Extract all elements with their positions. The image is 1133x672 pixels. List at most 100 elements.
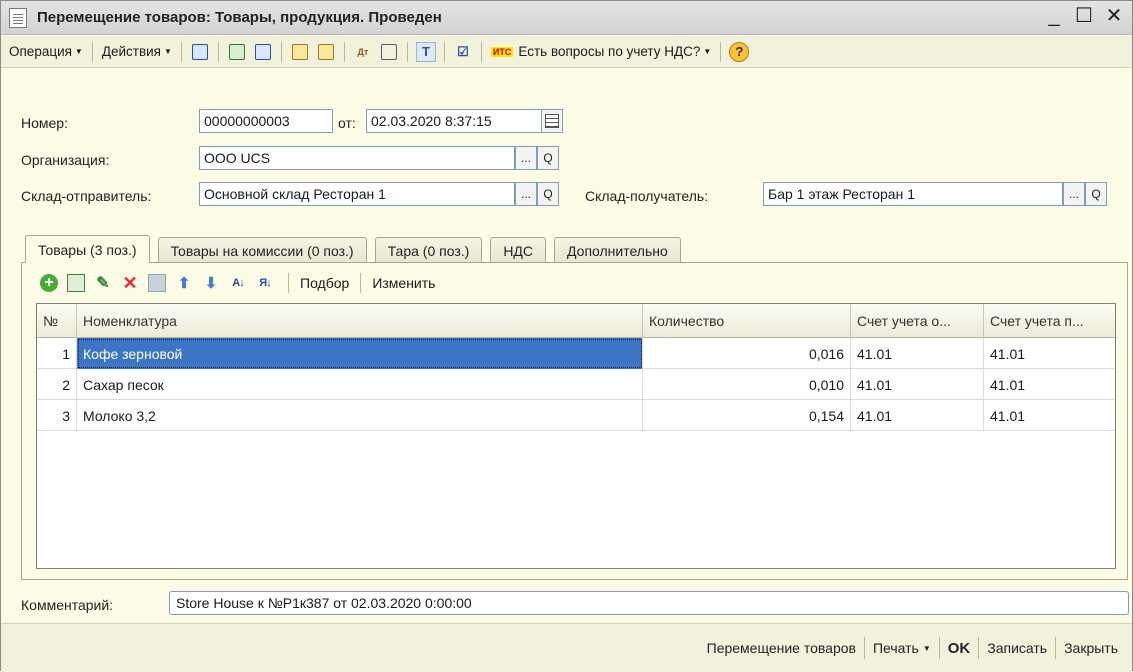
sort-desc-icon[interactable]: Я↓ — [256, 274, 274, 292]
quantity-cell[interactable]: 0,010 — [643, 369, 851, 400]
maximize-button[interactable]: ☐ — [1072, 5, 1096, 29]
document-icon — [9, 7, 27, 28]
org-label: Организация: — [21, 152, 110, 168]
account-from-cell[interactable]: 41.01 — [851, 338, 984, 369]
calendar-button[interactable] — [541, 109, 563, 133]
receiver-select-button[interactable]: ... — [1063, 182, 1085, 206]
sender-label: Склад-отправитель: — [21, 188, 152, 204]
ok-button[interactable]: OK — [940, 640, 979, 657]
number-label: Номер: — [21, 115, 68, 131]
toolbar-separator — [280, 41, 282, 62]
table-row[interactable]: 1 Кофе зерновой 0,016 41.01 41.01 — [37, 338, 1115, 369]
finish-edit-icon[interactable] — [148, 274, 166, 292]
toolbar-separator — [288, 273, 289, 293]
table-row[interactable]: 2 Сахар песок 0,010 41.01 41.01 — [37, 369, 1115, 400]
table-row[interactable]: 3 Молоко 3,2 0,154 41.01 41.01 — [37, 400, 1115, 431]
print-menu[interactable]: Печать ▼ — [865, 640, 939, 656]
operation-menu-label: Операция — [9, 44, 72, 59]
tab-goods-on-commission[interactable]: Товары на комиссии (0 поз.) — [157, 237, 367, 263]
account-to-cell[interactable]: 41.01 — [984, 369, 1115, 400]
toolbar-separator — [720, 41, 722, 62]
column-header-account-from[interactable]: Счет учета о... — [851, 304, 984, 338]
comment-field[interactable]: Store House к №Р1к387 от 02.03.2020 0:00… — [169, 591, 1129, 615]
minimize-button[interactable]: _ — [1042, 5, 1066, 29]
column-header-nomenclature[interactable]: Номенклатура — [77, 304, 643, 338]
copy-doc-icon[interactable] — [253, 42, 273, 62]
toolbar-separator — [443, 41, 445, 62]
sender-search-icon[interactable]: Q — [537, 182, 559, 206]
sort-asc-icon[interactable]: A↓ — [229, 274, 247, 292]
main-toolbar: Операция ▼ Действия ▼ Дт T ☑ ИТС Есть во… — [1, 36, 1132, 68]
nomenclature-cell[interactable]: Молоко 3,2 — [77, 400, 643, 431]
table-toolbar: + ✎ ✕ ⬆ ⬇ A↓ Я↓ Подбор Изменить — [40, 271, 441, 295]
toolbar-separator — [360, 273, 362, 293]
add-row-icon[interactable]: + — [40, 274, 58, 292]
textfield-icon[interactable]: T — [415, 41, 436, 62]
sender-warehouse-field[interactable]: Основной склад Ресторан 1 — [199, 182, 515, 206]
account-from-cell[interactable]: 41.01 — [851, 369, 984, 400]
organization-field[interactable]: ООО UCS — [199, 146, 515, 170]
comment-label: Комментарий: — [21, 597, 114, 613]
goods-table[interactable]: № Номенклатура Количество Счет учета о..… — [36, 303, 1116, 569]
org-select-button[interactable]: ... — [515, 146, 537, 170]
column-header-account-to[interactable]: Счет учета п... — [984, 304, 1115, 338]
toolbar-separator — [217, 41, 219, 62]
toolbar-separator — [91, 41, 93, 62]
window-controls: _ ☐ ✕ — [1042, 5, 1126, 29]
select-button[interactable]: Подбор — [294, 275, 355, 291]
post-icon[interactable] — [190, 42, 210, 62]
tab-packaging[interactable]: Тара (0 поз.) — [374, 237, 483, 263]
vat-questions-menu[interactable]: ИТС Есть вопросы по учету НДС? ▼ — [487, 44, 715, 59]
tab-goods[interactable]: Товары (3 поз.) — [25, 235, 150, 263]
copy-row-icon[interactable] — [67, 274, 85, 292]
move-up-icon[interactable]: ⬆ — [175, 274, 193, 292]
nomenclature-cell[interactable]: Кофе зерновой — [77, 338, 643, 369]
move-goods-button[interactable]: Перемещение товаров — [699, 640, 864, 656]
dt-kt-icon[interactable]: Дт — [353, 42, 373, 62]
its-badge: ИТС — [490, 46, 514, 57]
structure-icon[interactable] — [316, 42, 336, 62]
account-from-cell[interactable]: 41.01 — [851, 400, 984, 431]
edit-row-icon[interactable]: ✎ — [94, 274, 112, 292]
receiver-search-icon[interactable]: Q — [1085, 182, 1107, 206]
account-to-cell[interactable]: 41.01 — [984, 338, 1115, 369]
quantity-cell[interactable]: 0,016 — [643, 338, 851, 369]
actions-menu-label: Действия — [101, 44, 161, 59]
refresh-icon[interactable] — [227, 42, 247, 62]
sender-select-button[interactable]: ... — [515, 182, 537, 206]
chevron-down-icon: ▼ — [164, 47, 172, 56]
tab-strip: Товары (3 поз.) Товары на комиссии (0 по… — [25, 235, 689, 263]
operation-menu[interactable]: Операция ▼ — [5, 44, 87, 59]
print-label: Печать — [872, 640, 919, 656]
quantity-cell[interactable]: 0,154 — [643, 400, 851, 431]
delete-row-icon[interactable]: ✕ — [121, 273, 139, 293]
column-header-quantity[interactable]: Количество — [643, 304, 851, 338]
actions-menu[interactable]: Действия ▼ — [98, 44, 176, 59]
date-label: от: — [338, 115, 356, 131]
save-button[interactable]: Записать — [979, 640, 1055, 656]
org-search-icon[interactable]: Q — [537, 146, 559, 170]
help-button[interactable]: ? — [729, 41, 750, 62]
row-number: 2 — [37, 369, 77, 400]
report-icon[interactable] — [379, 42, 399, 62]
close-window-button[interactable]: ✕ — [1102, 5, 1126, 29]
account-to-cell[interactable]: 41.01 — [984, 400, 1115, 431]
toolbar-separator — [480, 41, 482, 62]
calendar-icon — [545, 114, 559, 128]
nomenclature-cell[interactable]: Сахар песок — [77, 369, 643, 400]
toolbar-separator — [343, 41, 345, 62]
date-field[interactable]: 02.03.2020 8:37:15 — [366, 109, 542, 133]
toolbar-separator — [406, 41, 408, 62]
based-on-icon[interactable] — [290, 42, 310, 62]
row-number: 3 — [37, 400, 77, 431]
tab-additional[interactable]: Дополнительно — [554, 237, 681, 263]
move-down-icon[interactable]: ⬇ — [202, 274, 220, 292]
column-header-number[interactable]: № — [37, 304, 77, 338]
toolbar-separator — [180, 41, 182, 62]
number-field[interactable]: 00000000003 — [199, 109, 333, 133]
change-button[interactable]: Изменить — [366, 275, 441, 291]
tab-vat[interactable]: НДС — [490, 237, 547, 263]
check-icon[interactable]: ☑ — [453, 42, 473, 62]
close-button[interactable]: Закрыть — [1056, 640, 1126, 656]
receiver-warehouse-field[interactable]: Бар 1 этаж Ресторан 1 — [763, 182, 1063, 206]
